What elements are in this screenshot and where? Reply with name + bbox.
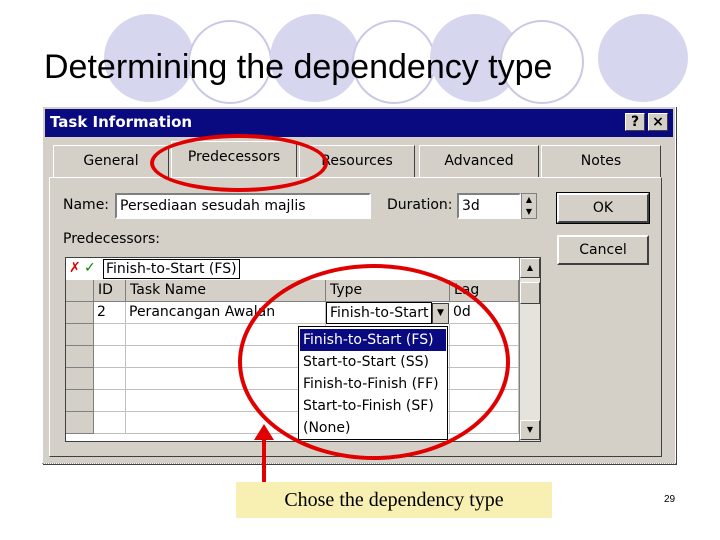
row-header[interactable] — [66, 390, 94, 412]
grid-vertical-scrollbar[interactable]: ▲ ▼ — [519, 258, 540, 441]
cell-empty[interactable] — [94, 390, 126, 412]
cell-id[interactable]: 2 — [94, 302, 126, 324]
name-label: Name: — [63, 197, 110, 213]
help-button[interactable]: ? — [625, 113, 645, 131]
dialog-title-bar[interactable]: Task Information ? × — [45, 109, 673, 137]
caption-box: Chose the dependency type — [236, 482, 552, 518]
row-header[interactable] — [66, 368, 94, 390]
name-field[interactable]: Persediaan sesudah majlis — [115, 193, 371, 219]
highlight-ellipse-dropdown — [238, 264, 510, 460]
decor-circle — [598, 14, 688, 102]
x-mark-icon[interactable]: ✗ — [69, 261, 83, 275]
grid-edit-value[interactable]: Finish-to-Start (FS) — [103, 259, 240, 279]
close-button[interactable]: × — [648, 113, 668, 131]
cell-empty[interactable] — [94, 324, 126, 346]
tab-advanced[interactable]: Advanced — [419, 145, 539, 177]
slide-title: Determining the dependency type — [44, 48, 553, 86]
spin-up-icon[interactable]: ▲ — [522, 194, 536, 206]
divider — [42, 463, 676, 468]
dialog-title: Task Information — [50, 113, 193, 131]
row-header[interactable] — [66, 346, 94, 368]
row-header[interactable] — [66, 412, 94, 434]
duration-label: Duration: — [387, 197, 453, 213]
cell-empty[interactable] — [94, 412, 126, 434]
cancel-button[interactable]: Cancel — [557, 235, 649, 265]
slide-number: 29 — [664, 494, 676, 505]
scroll-down-icon[interactable]: ▼ — [520, 420, 540, 440]
cell-empty[interactable] — [94, 368, 126, 390]
cell-empty[interactable] — [94, 346, 126, 368]
row-header[interactable] — [66, 324, 94, 346]
spin-down-icon[interactable]: ▼ — [522, 206, 536, 218]
check-mark-icon[interactable]: ✓ — [84, 261, 98, 275]
column-header-id[interactable]: ID — [94, 280, 126, 302]
highlight-ellipse-tab — [150, 134, 328, 192]
duration-spinner[interactable]: ▲ ▼ — [521, 193, 537, 219]
predecessors-label: Predecessors: — [63, 231, 160, 247]
scroll-thumb[interactable] — [520, 282, 540, 304]
tab-notes[interactable]: Notes — [541, 145, 661, 177]
scroll-up-icon[interactable]: ▲ — [520, 258, 540, 278]
duration-field[interactable]: 3d — [457, 193, 521, 219]
grid-corner — [66, 280, 94, 302]
ok-button[interactable]: OK — [556, 192, 650, 224]
row-header[interactable] — [66, 302, 94, 324]
